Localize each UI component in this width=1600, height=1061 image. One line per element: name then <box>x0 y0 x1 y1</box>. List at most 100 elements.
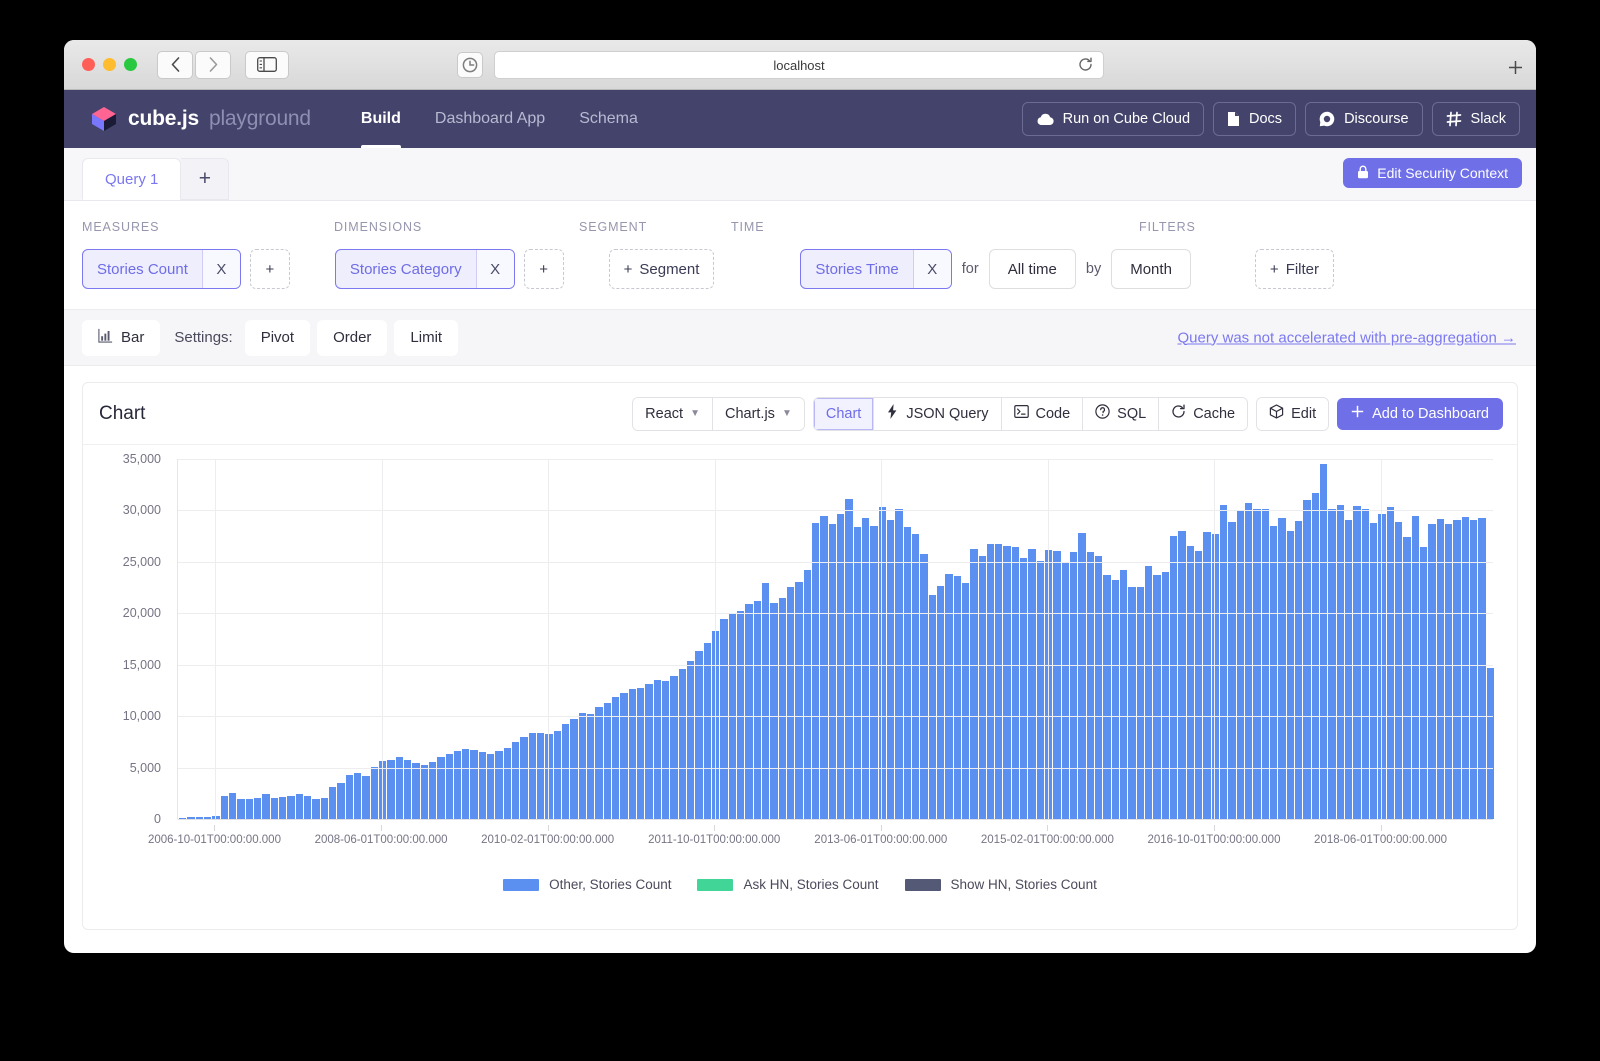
chart-bar[interactable] <box>412 763 420 819</box>
nav-item-dashboard-app[interactable]: Dashboard App <box>435 90 545 148</box>
remove-measure-icon[interactable]: X <box>201 250 240 288</box>
maximize-window-button[interactable] <box>124 58 137 71</box>
chart-bar[interactable] <box>945 574 953 819</box>
pre-aggregation-notice-link[interactable]: Query was not accelerated with pre-aggre… <box>1177 329 1516 346</box>
chart-bar[interactable] <box>395 757 403 819</box>
edit-security-context-button[interactable]: Edit Security Context <box>1343 158 1522 188</box>
chart-bar[interactable] <box>645 683 653 819</box>
back-button[interactable] <box>157 50 193 79</box>
chart-bar[interactable] <box>562 724 570 819</box>
chart-bar[interactable] <box>1128 586 1136 819</box>
chart-bar[interactable] <box>1344 519 1353 819</box>
chart-bar[interactable] <box>811 522 820 819</box>
docs-button[interactable]: Docs <box>1213 102 1297 136</box>
chart-bar[interactable] <box>437 756 445 819</box>
chart-bar[interactable] <box>986 543 995 819</box>
chart-bar[interactable] <box>312 798 320 819</box>
chart-bar[interactable] <box>320 798 328 819</box>
chart-bar[interactable] <box>1419 547 1428 819</box>
chart-bar[interactable] <box>470 749 478 819</box>
order-button[interactable]: Order <box>317 319 388 356</box>
forward-button[interactable] <box>195 50 231 79</box>
chart-bar[interactable] <box>1386 507 1394 819</box>
chart-bar[interactable] <box>670 676 678 819</box>
chart-bar[interactable] <box>828 523 836 819</box>
chart-bar[interactable] <box>753 601 761 819</box>
chart-bar[interactable] <box>778 597 786 819</box>
legend-item[interactable]: Other, Stories Count <box>503 877 671 892</box>
chart-canvas[interactable]: 35,000 30,000 25,000 20,000 15,000 10,000 5,00… <box>97 452 1503 892</box>
chart-bar[interactable] <box>678 668 687 819</box>
chart-bar[interactable] <box>1011 547 1020 819</box>
legend-item[interactable]: Show HN, Stories Count <box>904 877 1097 892</box>
remove-time-icon[interactable]: X <box>912 250 951 288</box>
chart-bar[interactable] <box>870 526 878 819</box>
add-dimension-button[interactable]: + <box>523 249 564 289</box>
new-tab-button[interactable] <box>1502 54 1528 80</box>
chart-bar[interactable] <box>1145 565 1153 819</box>
chart-bar[interactable] <box>928 594 936 819</box>
chart-bar[interactable] <box>1436 518 1444 819</box>
chart-bar[interactable] <box>736 610 745 819</box>
chart-bar[interactable] <box>262 794 270 819</box>
chart-bar[interactable] <box>1036 560 1045 819</box>
add-segment-button[interactable]: + Segment <box>608 249 715 289</box>
chart-bar[interactable] <box>528 733 537 819</box>
chart-bar[interactable] <box>520 736 528 819</box>
tab-json-query[interactable]: JSON Query <box>874 397 1002 430</box>
chart-bar[interactable] <box>628 689 637 819</box>
add-to-dashboard-button[interactable]: Add to Dashboard <box>1337 397 1503 430</box>
chart-bar[interactable] <box>403 759 412 819</box>
chart-bar[interactable] <box>803 570 811 819</box>
slack-button[interactable]: Slack <box>1431 102 1520 136</box>
chart-bar[interactable] <box>253 797 262 819</box>
chart-bar[interactable] <box>487 753 495 819</box>
chart-bar[interactable] <box>1020 557 1028 819</box>
add-filter-button[interactable]: + Filter <box>1254 249 1335 289</box>
chart-bar[interactable] <box>1070 551 1078 819</box>
time-pill-stories-time[interactable]: Stories Time X <box>800 249 952 289</box>
chart-bar[interactable] <box>587 713 595 819</box>
chart-bar[interactable] <box>228 793 237 819</box>
close-window-button[interactable] <box>82 58 95 71</box>
chart-bar[interactable] <box>462 749 470 819</box>
chart-bar[interactable] <box>1353 506 1361 819</box>
chart-bar[interactable] <box>478 752 487 819</box>
chart-bar[interactable] <box>328 787 337 819</box>
measure-pill-stories-count[interactable]: Stories Count X <box>82 249 241 289</box>
chart-bar[interactable] <box>1428 523 1436 819</box>
chart-bar[interactable] <box>745 603 753 819</box>
chart-bar[interactable] <box>237 798 245 819</box>
chart-bar[interactable] <box>1053 551 1061 819</box>
chart-bar[interactable] <box>1228 521 1236 819</box>
chart-bar[interactable] <box>995 544 1003 819</box>
chart-bar[interactable] <box>911 534 920 819</box>
minimize-window-button[interactable] <box>103 58 116 71</box>
chart-bar[interactable] <box>270 797 278 819</box>
chart-bar[interactable] <box>1269 525 1278 819</box>
chart-bar[interactable] <box>512 742 520 819</box>
chart-bar[interactable] <box>453 750 462 819</box>
chart-bar[interactable] <box>795 581 803 819</box>
chart-bar[interactable] <box>1003 545 1011 819</box>
tab-query-1[interactable]: Query 1 <box>82 158 182 200</box>
chart-bar[interactable] <box>1120 570 1128 819</box>
dimension-pill-stories-category[interactable]: Stories Category X <box>334 249 515 289</box>
chart-bar[interactable] <box>303 795 312 819</box>
tab-sql[interactable]: SQL <box>1083 397 1160 430</box>
chart-bar[interactable] <box>1086 551 1095 819</box>
run-on-cube-cloud-button[interactable]: Run on Cube Cloud <box>1021 102 1205 136</box>
chart-bar[interactable] <box>761 582 770 819</box>
chart-bar[interactable] <box>578 712 587 819</box>
chart-bar[interactable] <box>428 762 437 819</box>
chart-bar[interactable] <box>278 796 287 819</box>
chart-bar[interactable] <box>345 775 353 819</box>
chart-bar[interactable] <box>1045 549 1053 819</box>
chart-bar[interactable] <box>936 585 945 819</box>
chart-bar[interactable] <box>1303 500 1311 819</box>
chart-bar[interactable] <box>295 793 303 819</box>
chart-bar[interactable] <box>445 753 453 819</box>
chart-bar[interactable] <box>1111 579 1120 819</box>
brand[interactable]: cube.js playground <box>90 105 311 133</box>
chart-bar[interactable] <box>845 498 853 819</box>
